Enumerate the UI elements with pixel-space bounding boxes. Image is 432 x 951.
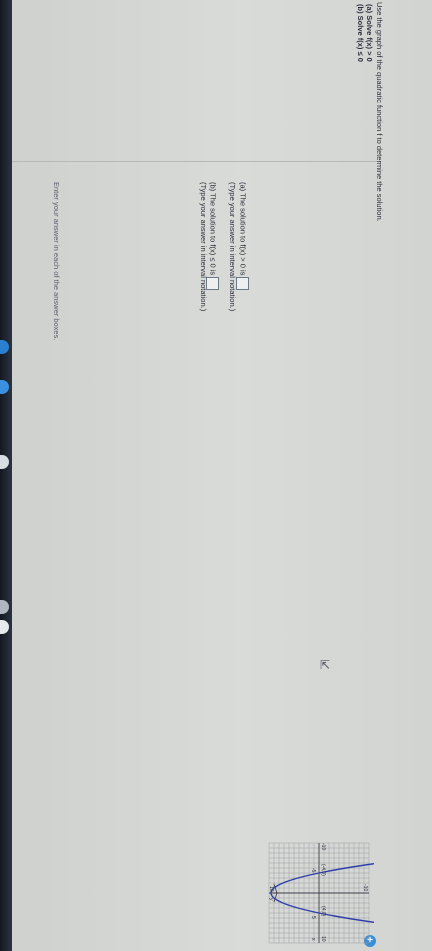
quadratic-graph: 10 y -10 -10 10 x -5 5 (-4,0) (4,0): [268, 842, 374, 944]
answer-a-row: (a) The solution to f(x) > 0 is: [236, 182, 249, 291]
answer-a-prompt: (a) The solution to f(x) > 0 is: [238, 182, 248, 276]
bezel-light-icon: [0, 340, 9, 354]
mouse-pointer-icon: ⇱: [320, 658, 331, 672]
x-tick-pos-label: 5: [310, 916, 316, 919]
intercept-left-label: (-4,0): [320, 864, 326, 876]
part-b-label: (b) Solve f(x) ≤ 0: [356, 4, 365, 62]
x-axis-left-label: -10: [320, 843, 326, 850]
screen-bezel: [0, 0, 12, 951]
question-text: Use the graph of the quadratic function …: [375, 2, 384, 222]
part-a-label: (a) Solve f(x) > 0: [365, 4, 374, 62]
x-axis-right-label: 10: [320, 936, 326, 942]
bezel-light-icon: [0, 455, 9, 469]
intercept-right-label: (4,0): [320, 906, 326, 917]
question-page: [12, 0, 432, 951]
answer-b-hint: (Type your answer in interval notation.): [199, 182, 208, 312]
x-tick-neg-label: -5: [310, 868, 316, 873]
bezel-light-icon: [0, 380, 9, 394]
x-axis-name: x: [310, 938, 316, 941]
bezel-light-icon: [0, 620, 9, 634]
footer-instruction: Enter your answer in each of the answer …: [52, 182, 61, 341]
y-axis-bottom-label: -10: [362, 884, 368, 891]
y-axis-top-label: 10: [268, 886, 274, 892]
bezel-light-icon: [0, 600, 9, 614]
answer-a-hint: (Type your answer in interval notation.): [228, 182, 237, 312]
answer-a-input[interactable]: [236, 277, 249, 291]
section-divider: [12, 161, 380, 162]
answer-b-prompt: (b) The solution to f(x) ≤ 0 is: [208, 182, 218, 276]
